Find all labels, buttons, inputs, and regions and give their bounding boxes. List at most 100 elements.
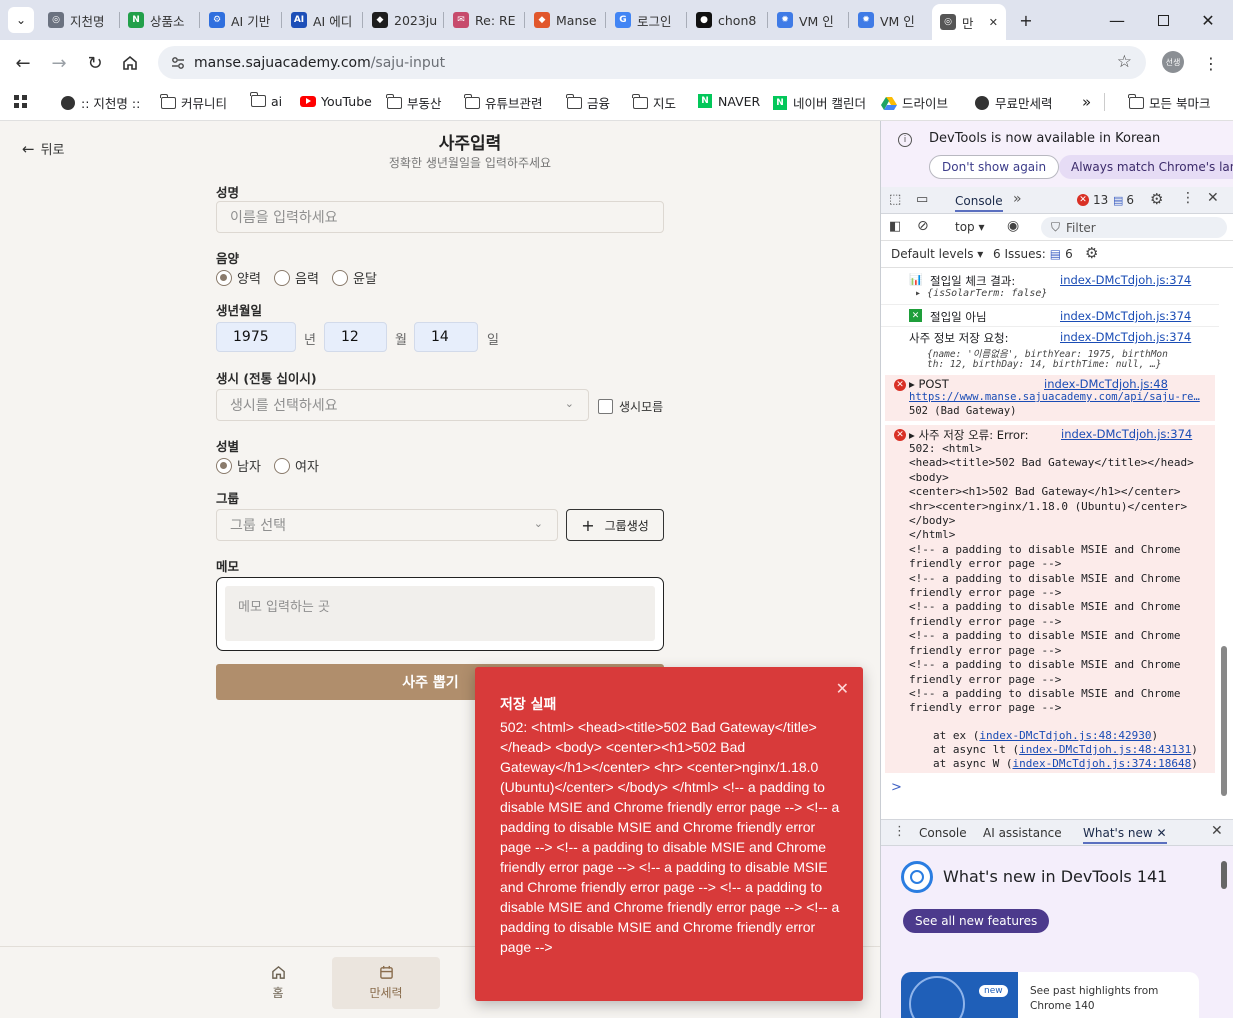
browser-tab[interactable]: ⚙ AI 기반 xyxy=(201,6,282,34)
past-highlights-card[interactable]: new See past highlights from Chrome 140 xyxy=(901,972,1199,1018)
default-levels-select[interactable]: Default levels ▾ xyxy=(891,247,983,261)
log1-source-link[interactable]: index-DMcTdjoh.js:374 xyxy=(1060,273,1191,287)
browser-tab[interactable]: ✹ VM 인 xyxy=(850,6,931,34)
filter-input[interactable]: ⛉ Filter xyxy=(1041,217,1227,238)
new-tab-button[interactable]: + xyxy=(1014,8,1038,32)
home-icon[interactable] xyxy=(117,50,143,76)
bookmark-item[interactable]: 유튜브관련 xyxy=(463,93,543,112)
console-scrollbar[interactable] xyxy=(1220,271,1228,811)
apps-grid-icon[interactable] xyxy=(13,94,29,110)
issues-button[interactable]: 6 Issues: ▤ 6 xyxy=(993,247,1073,261)
day-input[interactable]: 14 xyxy=(414,322,478,352)
clear-console-icon[interactable]: ⊘ xyxy=(917,218,929,234)
browser-tab[interactable]: ● chon8 xyxy=(688,6,768,34)
device-toolbar-icon[interactable]: ▭ xyxy=(916,192,928,207)
year-input[interactable]: 1975 xyxy=(216,322,296,352)
log3-object-line2[interactable]: th: 12, birthDay: 14, birthTime: null, …… xyxy=(927,359,1162,370)
time-unknown-checkbox[interactable]: 생시모름 xyxy=(598,398,663,415)
bookmark-item[interactable]: N 네이버 캘린더 xyxy=(772,93,866,112)
bookmark-item[interactable]: 지도 xyxy=(631,93,676,112)
browser-tab[interactable]: G 로그인 xyxy=(607,6,687,34)
name-input[interactable]: 이름을 입력하세요 xyxy=(216,201,664,233)
profile-avatar[interactable]: 선생 xyxy=(1162,51,1184,73)
browser-tab[interactable]: N 상품소 xyxy=(120,6,200,34)
site-info-icon[interactable] xyxy=(170,55,186,71)
log2-source-link[interactable]: index-DMcTdjoh.js:374 xyxy=(1060,309,1191,323)
bookmark-item[interactable]: ai xyxy=(249,92,282,109)
tab-active[interactable]: ◎ 만 ✕ xyxy=(932,4,1006,40)
radio-solar[interactable]: 양력 xyxy=(216,268,261,287)
group-select[interactable]: 그룹 선택 ⌄ xyxy=(216,509,558,541)
bookmarks-overflow-button[interactable]: » xyxy=(1082,93,1091,111)
message-counter[interactable]: ▤ 6 xyxy=(1113,193,1134,207)
bookmark-item[interactable]: YouTube xyxy=(300,93,372,109)
bookmark-star-icon[interactable]: ☆ xyxy=(1117,52,1132,72)
maximize-button[interactable] xyxy=(1151,8,1175,32)
tab-console[interactable]: Console xyxy=(955,194,1003,212)
err2-source-link[interactable]: index-DMcTdjoh.js:374 xyxy=(1061,427,1192,441)
err1-source-link[interactable]: index-DMcTdjoh.js:48 xyxy=(1044,377,1168,391)
forward-arrow-icon[interactable]: → xyxy=(46,50,72,76)
bookmark-item[interactable]: N NAVER xyxy=(697,93,760,109)
see-all-features-button[interactable]: See all new features xyxy=(903,909,1050,933)
always-match-button[interactable]: Always match Chrome's langu xyxy=(1059,155,1233,179)
close-window-button[interactable]: ✕ xyxy=(1196,8,1220,32)
bookmark-item[interactable]: :: 지천명 :: xyxy=(60,93,140,112)
radio-male[interactable]: 남자 xyxy=(216,456,261,475)
sidebar-toggle-icon[interactable]: ◧ xyxy=(889,219,901,234)
time-select[interactable]: 생시를 선택하세요 ⌄ xyxy=(216,389,589,421)
bookmark-item[interactable]: 드라이브 xyxy=(881,93,948,112)
close-tab-icon[interactable]: ✕ xyxy=(989,16,998,29)
console-prompt[interactable]: > xyxy=(891,780,902,795)
bookmark-item[interactable]: 무료만세력 xyxy=(974,93,1053,112)
close-drawer-icon[interactable]: ✕ xyxy=(1211,823,1223,839)
drawer-menu-icon[interactable]: ⋮ xyxy=(893,824,906,839)
browser-tab[interactable]: ◎ 지천명 xyxy=(40,6,120,34)
browser-menu-icon[interactable]: ⋮ xyxy=(1198,50,1224,76)
stack3-link[interactable]: index-DMcTdjoh.js:374:18648 xyxy=(1012,757,1191,770)
radio-leap[interactable]: 윤달 xyxy=(332,268,377,287)
group-create-button[interactable]: + 그룹생성 xyxy=(566,509,664,541)
err1-url-link[interactable]: https://www.manse.sajuacademy.com/api/sa… xyxy=(909,391,1200,403)
back-arrow-icon[interactable]: ← xyxy=(10,50,36,76)
browser-tab[interactable]: ◆ Manse xyxy=(526,6,606,34)
drawer-scrollbar-thumb[interactable] xyxy=(1221,861,1227,889)
all-bookmarks-button[interactable]: 모든 북마크 xyxy=(1127,93,1210,112)
stack2-link[interactable]: index-DMcTdjoh.js:48:43131 xyxy=(1019,743,1191,756)
drawer-tab-ai[interactable]: AI assistance xyxy=(983,826,1062,840)
nav-calendar[interactable]: 만세력 xyxy=(332,957,440,1009)
memo-textarea[interactable]: 메모 입력하는 곳 xyxy=(216,577,664,651)
log1-object[interactable]: ▸ {isSolarTerm: false} xyxy=(915,288,1047,299)
reload-icon[interactable]: ↻ xyxy=(82,50,108,76)
browser-tab[interactable]: ✉ Re: RE xyxy=(445,6,525,34)
stack1-link[interactable]: index-DMcTdjoh.js:48:42930 xyxy=(979,729,1151,742)
browser-tab[interactable]: ✹ VM 인 xyxy=(769,6,849,34)
dont-show-button[interactable]: Don't show again xyxy=(929,155,1060,179)
bookmark-item[interactable]: 부동산 xyxy=(385,93,442,112)
inspect-element-icon[interactable]: ⬚ xyxy=(889,192,901,207)
tab-search-button[interactable]: ⌄ xyxy=(8,7,34,33)
context-select[interactable]: top ▾ xyxy=(955,220,985,234)
more-tabs-icon[interactable]: » xyxy=(1013,191,1022,207)
settings-gear-icon[interactable]: ⚙ xyxy=(1150,190,1163,208)
drawer-tab-console[interactable]: Console xyxy=(919,826,967,840)
bookmark-item[interactable]: 금융 xyxy=(565,93,610,112)
devtools-menu-icon[interactable]: ⋮ xyxy=(1181,190,1195,206)
browser-tab[interactable]: AI AI 에디 xyxy=(283,6,363,34)
close-devtools-icon[interactable]: ✕ xyxy=(1207,190,1219,206)
eye-icon[interactable]: ◉ xyxy=(1007,218,1019,234)
toast-close-icon[interactable]: ✕ xyxy=(836,679,849,698)
minimize-button[interactable]: — xyxy=(1105,8,1129,32)
log3-object-line1[interactable]: {name: '이름없음', birthYear: 1975, birthMon xyxy=(927,346,1168,360)
radio-lunar[interactable]: 음력 xyxy=(274,268,319,287)
log3-source-link[interactable]: index-DMcTdjoh.js:374 xyxy=(1060,330,1191,344)
address-bar[interactable]: manse.sajuacademy.com/saju-input ☆ xyxy=(158,46,1146,79)
radio-female[interactable]: 여자 xyxy=(274,456,319,475)
scrollbar-thumb[interactable] xyxy=(1221,646,1227,796)
drawer-tab-whatsnew[interactable]: What's new ✕ xyxy=(1083,826,1167,844)
bookmark-item[interactable]: 커뮤니티 xyxy=(159,93,227,112)
console-settings-gear-icon[interactable]: ⚙ xyxy=(1085,244,1098,262)
error-counter[interactable]: ✕ 13 xyxy=(1077,193,1108,207)
browser-tab[interactable]: ◆ 2023ju xyxy=(364,6,444,34)
nav-home[interactable]: 홈 xyxy=(224,957,332,1009)
